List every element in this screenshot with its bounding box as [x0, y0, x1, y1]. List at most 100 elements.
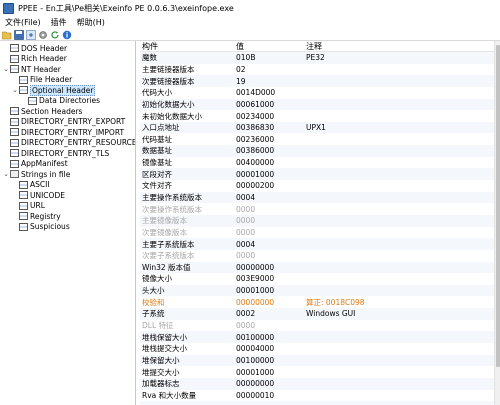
table-row[interactable]: 堆提交大小 00001000 — [140, 366, 494, 378]
tree-item[interactable]: DIRECTORY_ENTRY_RESOURCE — [2, 138, 136, 148]
table-row[interactable]: 镜像基址 00400000 — [140, 157, 494, 169]
table-row[interactable]: 未初始化数据大小 00234000 — [140, 110, 494, 122]
cell-value: 00001000 — [236, 367, 275, 377]
table-row[interactable]: 校验和 00000000 算正: 0018C098 — [140, 296, 494, 308]
tree-item[interactable]: URL — [11, 201, 45, 211]
table-row[interactable]: 文件对齐 00000200 — [140, 180, 494, 192]
table-row[interactable]: 代码大小 0014D000 — [140, 87, 494, 99]
tree-item-label: DIRECTORY_ENTRY_EXPORT — [21, 117, 126, 126]
table-row[interactable]: 堆栈提交大小 00004000 — [140, 343, 494, 355]
node-icon — [19, 75, 28, 84]
table-row[interactable]: 次要子系统版本 0000 — [140, 250, 494, 262]
column-header-value[interactable]: 值 — [234, 41, 304, 52]
chevron-down-icon[interactable]: ⌄ — [11, 86, 19, 94]
open-icon[interactable] — [2, 30, 12, 40]
table-row[interactable]: 主要操作系统版本 0004 — [140, 191, 494, 204]
cell-value: 00386000 — [236, 146, 275, 156]
table-row[interactable]: 镜像大小 003E9000 — [140, 273, 494, 285]
tree-item-label: Section Headers — [21, 106, 83, 116]
tree-item[interactable]: Data Directories — [20, 96, 100, 106]
tree-item[interactable]: DIRECTORY_ENTRY_TLS — [2, 148, 109, 158]
cell-field: 次要链接器版本 — [142, 76, 195, 86]
cell-field: 魔数 — [142, 53, 157, 63]
table-row[interactable]: 主要镜像版本 0000 — [140, 214, 494, 227]
menu-help[interactable]: 帮助(H) — [72, 17, 110, 28]
node-icon — [10, 149, 19, 157]
cell-value: 00100000 — [236, 332, 275, 342]
cell-note: PE32 — [306, 53, 325, 63]
tree-item[interactable]: UNICODE — [11, 190, 65, 200]
table-row[interactable]: 次要链接器版本 19 — [140, 75, 494, 87]
tree-item-label: Data Directories — [39, 96, 101, 105]
table-row[interactable]: 堆栈保留大小 00100000 — [140, 331, 494, 344]
table-row[interactable]: Win32 版本值 00000000 — [140, 261, 494, 274]
chevron-down-icon[interactable]: ⌄ — [2, 65, 10, 73]
table-row[interactable]: 子系统 0002 Windows GUI — [140, 308, 494, 320]
cell-value: 0004 — [236, 193, 256, 202]
tree-item[interactable]: File Header — [11, 75, 72, 85]
table-row[interactable]: 主要链接器版本 02 — [140, 64, 494, 76]
tree-item[interactable]: DIRECTORY_ENTRY_EXPORT — [2, 117, 125, 127]
node-icon — [10, 44, 19, 52]
cell-field: 主要子系统版本 — [142, 239, 195, 249]
cell-value: 00004000 — [236, 344, 275, 354]
vertical-scrollbar[interactable] — [494, 41, 500, 405]
table-row[interactable] — [140, 401, 494, 405]
node-icon — [10, 128, 19, 136]
tree-item[interactable]: Rich Header — [2, 54, 67, 64]
tree-item[interactable]: Suspicious — [11, 222, 70, 232]
cell-value: 02 — [236, 64, 246, 74]
table-row[interactable]: DLL 特征 0000 — [140, 320, 494, 332]
table-row[interactable]: 数据基址 00386000 — [140, 145, 494, 157]
settings-icon[interactable] — [38, 30, 48, 40]
tree-item[interactable]: ⌄ Optional Header — [11, 84, 96, 96]
menu-file[interactable]: 文件(File) — [0, 17, 46, 28]
refresh-icon[interactable] — [50, 30, 60, 40]
node-icon — [19, 222, 28, 231]
structure-tree[interactable]: DOS Header Rich Header ⌄ NT Header File Head… — [0, 41, 136, 405]
reload-icon[interactable] — [26, 29, 36, 40]
menu-plugins[interactable]: 插件 — [46, 17, 72, 28]
table-row[interactable]: 头大小 00001000 — [140, 284, 494, 297]
cell-note: 算正: 0018C098 — [306, 297, 365, 307]
table-row[interactable]: 次要镜像版本 0000 — [140, 227, 494, 239]
tree-item-label: DIRECTORY_ENTRY_RESOURCE — [21, 138, 136, 147]
tree-item[interactable]: ⌄ NT Header — [2, 64, 61, 74]
tree-item[interactable]: Section Headers — [2, 106, 82, 116]
table-row[interactable]: 堆保留大小 00100000 — [140, 354, 494, 367]
tree-item[interactable]: ⌄ Strings in file — [2, 169, 70, 179]
grid-header: 构件 值 注释 — [140, 41, 494, 52]
tree-item-label: Rich Header — [21, 54, 67, 63]
table-row[interactable]: 区段对齐 00001000 — [140, 168, 494, 181]
table-row[interactable]: 魔数 010B PE32 — [140, 52, 494, 64]
save-icon[interactable] — [14, 29, 24, 40]
tree-item-label: File Header — [30, 75, 73, 84]
tree-item[interactable]: DIRECTORY_ENTRY_IMPORT — [2, 127, 124, 137]
tree-item[interactable]: ASCII — [11, 180, 50, 190]
cell-field: 未初始化数据大小 — [142, 111, 202, 121]
column-header-note[interactable]: 注释 — [304, 41, 494, 52]
cell-value: 0000 — [236, 204, 256, 214]
table-row[interactable]: 主要子系统版本 0004 — [140, 238, 494, 250]
cell-value: 00000000 — [236, 379, 275, 389]
table-row[interactable]: 入口点地址 00386830 UPX1 — [140, 121, 494, 134]
table-row[interactable]: 代码基址 00236000 — [140, 133, 494, 145]
table-row[interactable]: Rva 和大小数量 00000010 — [140, 390, 494, 402]
tree-item[interactable]: Registry — [11, 211, 61, 221]
cell-field: 次要操作系统版本 — [142, 204, 202, 214]
table-row[interactable]: 加载器标志 00000000 — [140, 377, 494, 390]
table-row[interactable]: 次要操作系统版本 0000 — [140, 203, 494, 215]
info-icon[interactable] — [62, 30, 72, 40]
tree-item[interactable]: AppManifest — [2, 159, 68, 169]
column-header-field[interactable]: 构件 — [140, 41, 234, 52]
cell-field: 初始化数据大小 — [142, 99, 195, 109]
table-row[interactable]: 初始化数据大小 00061000 — [140, 98, 494, 111]
tree-item[interactable]: DOS Header — [2, 43, 67, 53]
node-icon — [19, 201, 28, 210]
title-bar: PPEE - En工具\Pe相关\Exeinfo PE 0.0.6.3\exei… — [0, 0, 500, 16]
chevron-down-icon[interactable]: ⌄ — [2, 170, 10, 178]
scrollbar-thumb[interactable] — [496, 45, 500, 367]
cell-note: UPX1 — [306, 123, 326, 133]
cell-value: 00000010 — [236, 390, 275, 400]
tree-item-label: UNICODE — [30, 190, 65, 200]
